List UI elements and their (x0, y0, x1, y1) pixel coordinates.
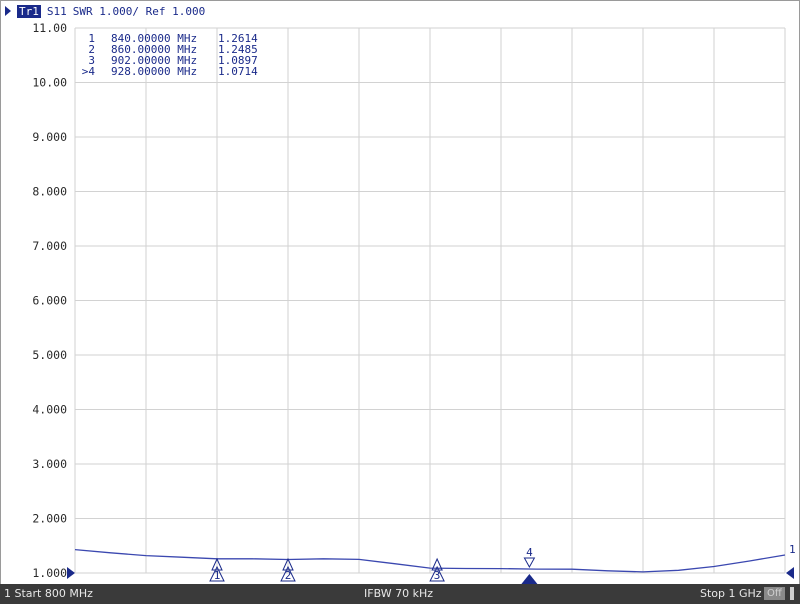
y-tick-label: 3.000 (32, 457, 67, 471)
marker-on-trace-icon (523, 557, 536, 569)
y-tick-label: 7.000 (32, 239, 67, 253)
marker-number-label: 3 (434, 569, 441, 582)
y-tick-label: 6.000 (32, 294, 67, 308)
trace-end-label: 1 (789, 543, 796, 556)
start-frequency[interactable]: 1 Start 800 MHz (4, 587, 93, 600)
trace-tag[interactable]: Tr1 (17, 4, 41, 18)
marker-table-id: >4 (82, 65, 96, 78)
y-tick-label: 2.000 (32, 512, 67, 526)
marker-number-label: 4 (526, 546, 533, 559)
reference-level-right-icon (786, 567, 794, 579)
y-tick-label: 5.000 (32, 348, 67, 362)
trace-format[interactable]: SWR 1.000/ Ref 1.000 (73, 5, 205, 18)
trace-parameter[interactable]: S11 (47, 5, 67, 18)
reference-level-left-icon (67, 567, 75, 579)
trace-header: Tr1 S11 SWR 1.000/ Ref 1.000 (5, 3, 205, 19)
marker-number-label: 2 (285, 569, 292, 582)
marker-table-frequency: 928.00000 MHz (111, 65, 197, 78)
active-trace-arrow-icon (5, 6, 11, 16)
y-tick-label: 4.000 (32, 403, 67, 417)
status-end-indicator (790, 587, 794, 600)
y-tick-label: 10.00 (32, 76, 67, 90)
ifbw-readout[interactable]: IFBW 70 kHz (364, 587, 433, 600)
y-tick-label: 1.000 (32, 566, 67, 580)
y-tick-label: 9.000 (32, 130, 67, 144)
y-tick-label: 11.00 (32, 21, 67, 35)
y-tick-label: 8.000 (32, 185, 67, 199)
active-marker-stimulus-icon (521, 574, 538, 584)
marker-number-label: 1 (214, 569, 221, 582)
off-toggle[interactable]: Off (764, 587, 785, 600)
analyzer-window: 11.00 10.00 9.000 8.000 7.000 6.000 5.000 4.000… (0, 0, 800, 604)
marker-table-value: 1.0714 (218, 65, 258, 78)
swr-plot: 11.00 10.00 9.000 8.000 7.000 6.000 5.000 4.000… (32, 21, 796, 584)
stop-frequency[interactable]: Stop 1 GHz (700, 587, 762, 600)
status-bar: 1 Start 800 MHz IFBW 70 kHz Stop 1 GHz O… (0, 584, 800, 604)
